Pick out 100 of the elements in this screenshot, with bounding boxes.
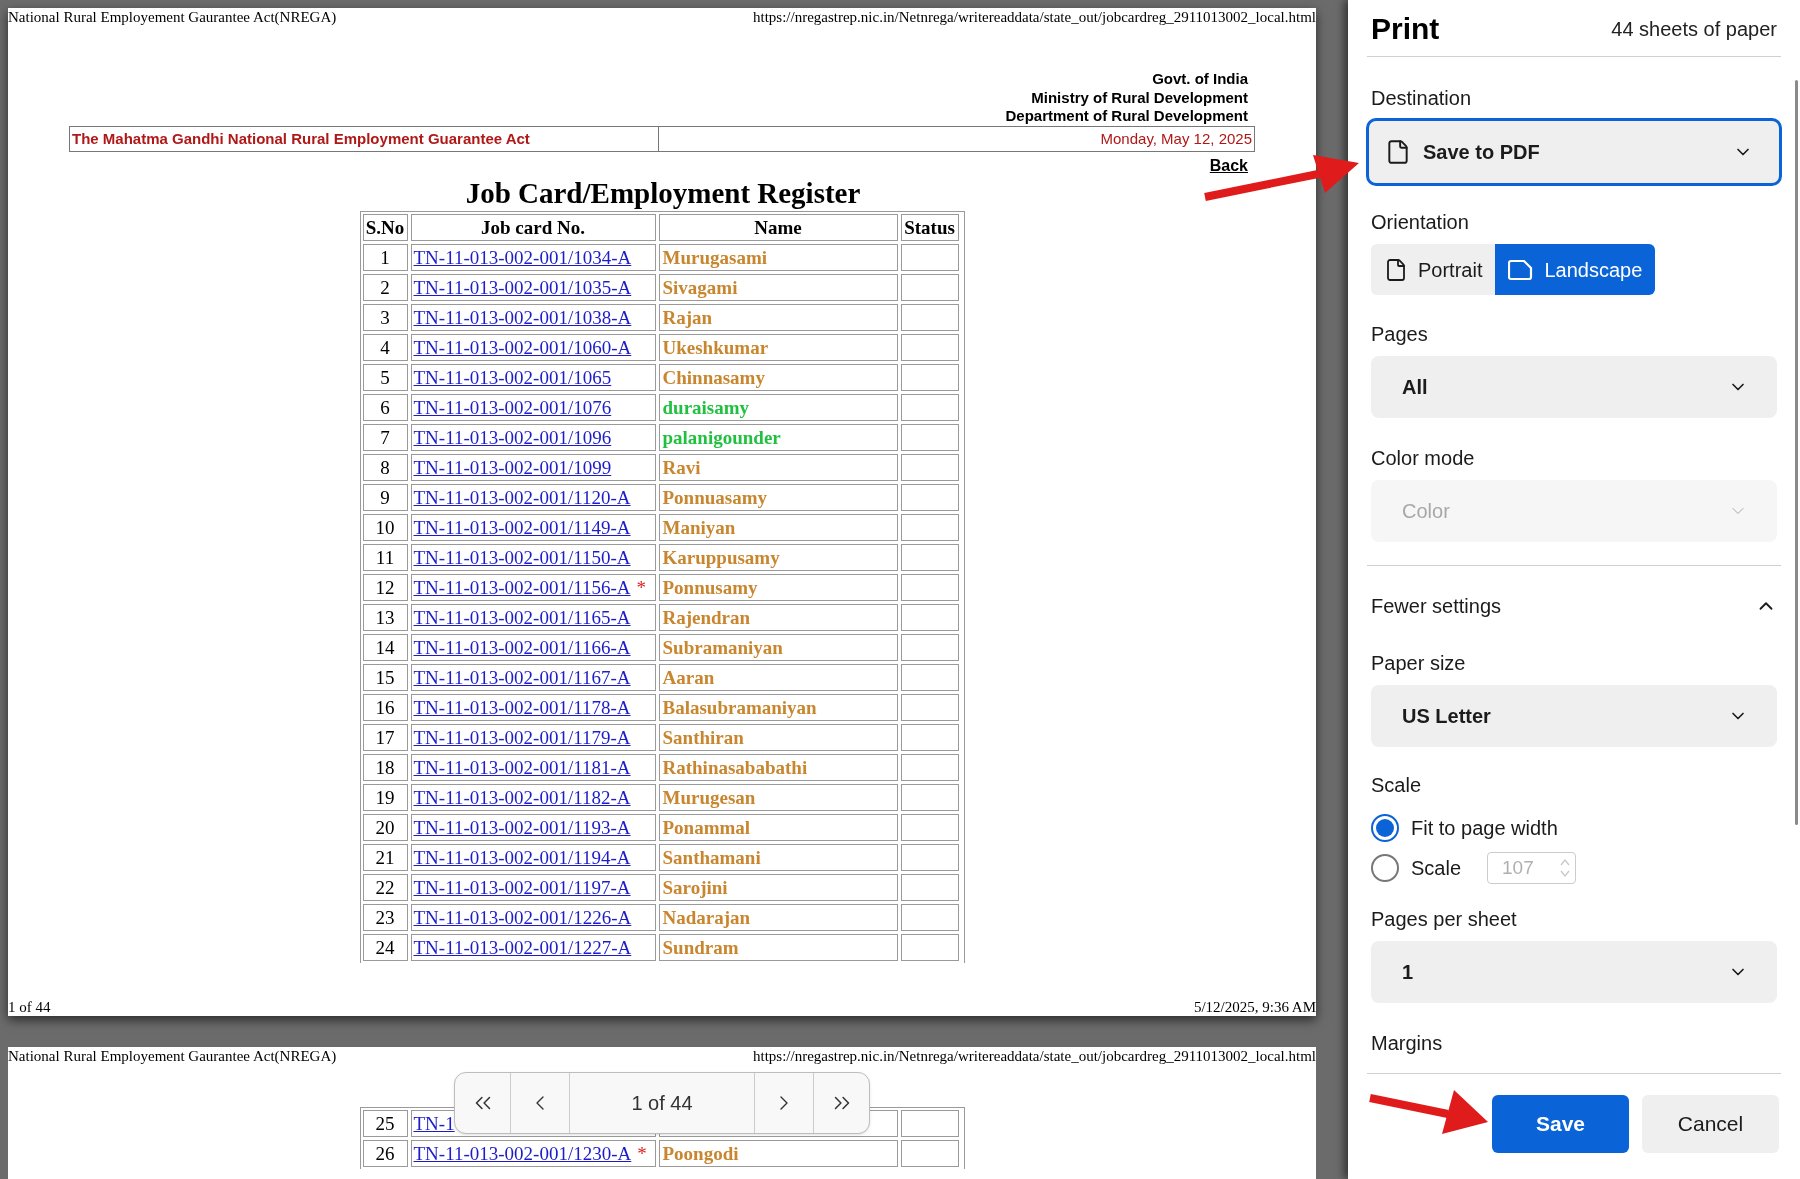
flag-mark: *	[636, 577, 647, 597]
job-card-link[interactable]: TN-11-013-002-001/1149-A	[413, 517, 631, 537]
back-link[interactable]: Back	[1209, 155, 1248, 176]
select-field[interactable]: All	[1371, 356, 1777, 418]
name-text: Maniyan	[662, 517, 736, 537]
job-card-link[interactable]: TN-11-013-002-001/1038-A	[413, 307, 632, 327]
job-card-link[interactable]: TN-11-013-002-001/1035-A	[413, 277, 632, 297]
table-cell: 10	[362, 513, 408, 541]
table-cell: 7	[362, 423, 408, 451]
job-card-link[interactable]: TN-11-013-002-001/1178-A	[413, 697, 631, 717]
name-text: Ponnuasamy	[662, 487, 768, 507]
name-text: Murugesan	[662, 787, 756, 807]
select-field[interactable]: Save to PDF	[1366, 118, 1782, 186]
job-card-link[interactable]: TN-11-013-002-001/1166-A	[413, 637, 631, 657]
job-card-link[interactable]: TN-11-013-002-001/1226-A	[413, 907, 632, 927]
table-cell: 8	[362, 453, 408, 481]
table-cell: 9	[362, 483, 408, 511]
name-text: duraisamy	[662, 397, 750, 417]
cancel-button[interactable]: Cancel	[1642, 1095, 1779, 1153]
sheet-count-text: 44 sheets of paper	[1611, 16, 1777, 42]
name-text: Balasubramaniyan	[662, 697, 817, 717]
job-card-link[interactable]: TN-11-013-002-001/1060-A	[413, 337, 632, 357]
table-cell: 12	[362, 573, 408, 601]
column-header: Job card No.	[410, 213, 656, 241]
job-card-link[interactable]: TN-11-013-002-001/1034-A	[413, 247, 632, 267]
table-cell: 19	[362, 783, 408, 811]
document-icon	[1384, 256, 1408, 283]
job-card-link[interactable]: TN-11-013-002-001/1194-A	[413, 847, 631, 867]
name-text: Aaran	[662, 667, 715, 687]
table-cell: 11	[362, 543, 408, 571]
job-card-link[interactable]: TN-11-013-002-001/1227-A	[413, 937, 632, 957]
select-field[interactable]: 1	[1371, 941, 1777, 1003]
page-url-text: https://nregastrep.nic.in/Netnrega/writereaddata/state_out/jobcardreg_2911013002_local.html	[752, 1047, 1316, 1065]
name-text: Ponammal	[662, 817, 751, 837]
agency-text: Department of Rural Development	[1005, 107, 1248, 126]
settings-toggle[interactable]: Fewer settings	[1371, 591, 1777, 621]
job-card-link[interactable]: TN-11-013-002-001/1165-A	[413, 607, 631, 627]
page-indicator: 1 of 44	[570, 1073, 755, 1133]
table-cell: 13	[362, 603, 408, 631]
job-card-link[interactable]: TN-11-013-002-001/1181-A	[413, 757, 631, 777]
setting-label: Color mode	[1371, 446, 1476, 470]
page-header-text: National Rural Employement Gaurantee Act(NREGA)	[8, 8, 337, 26]
job-card-link[interactable]: TN-11-013-002-001/1156-A	[413, 577, 631, 597]
column-header: Status	[900, 213, 959, 241]
setting-label: Paper size	[1371, 651, 1467, 675]
table-cell: 16	[362, 693, 408, 721]
name-text: Subramaniyan	[662, 637, 783, 657]
print-date-text: 5/12/2025, 9:36 AM	[1193, 999, 1316, 1015]
job-card-link[interactable]: TN-1	[413, 1114, 455, 1133]
setting-label: Scale	[1371, 773, 1423, 797]
table-cell: 6	[362, 393, 408, 421]
dialog-title: Print	[1371, 11, 1440, 47]
date-text: Monday, May 12, 2025	[1100, 128, 1252, 149]
agency-text: Govt. of India	[1152, 70, 1248, 89]
name-text: Nadarajan	[662, 907, 751, 927]
name-text: Karuppusamy	[662, 547, 780, 567]
name-text: Santhamani	[662, 847, 761, 867]
register-title: Job Card/Employment Register	[464, 175, 861, 210]
name-text: Sivagami	[662, 277, 738, 297]
name-text: Santhiran	[662, 727, 744, 747]
select-field[interactable]: US Letter	[1371, 685, 1777, 747]
name-text: Rajan	[662, 307, 713, 327]
job-card-link[interactable]: TN-11-013-002-001/1076	[413, 397, 612, 417]
radio-label: Fit to page width	[1411, 816, 1558, 841]
table-cell: 4	[362, 333, 408, 361]
table-cell: 24	[362, 933, 408, 961]
name-text: palanigounder	[662, 427, 781, 447]
save-button[interactable]: Save	[1492, 1095, 1629, 1153]
table-cell: 23	[362, 903, 408, 931]
table-cell: 26	[362, 1140, 408, 1167]
document-icon	[1385, 138, 1411, 166]
name-text: Rajendran	[662, 607, 751, 627]
job-card-link[interactable]: TN-11-013-002-001/1096	[413, 427, 612, 447]
job-card-link[interactable]: TN-11-013-002-001/1167-A	[413, 667, 631, 687]
column-header: S.No	[362, 213, 408, 241]
job-card-link[interactable]: TN-11-013-002-001/1197-A	[413, 877, 631, 897]
act-title: The Mahatma Gandhi National Rural Employment Guarantee Act	[72, 128, 530, 149]
page-url-text: https://nregastrep.nic.in/Netnrega/writereaddata/state_out/jobcardreg_2911013002_local.html	[752, 8, 1316, 26]
document-icon	[1508, 258, 1535, 281]
name-text: Poongodi	[662, 1144, 739, 1163]
table-cell: 17	[362, 723, 408, 751]
table-cell: 25	[362, 1110, 408, 1137]
table-cell: 5	[362, 363, 408, 391]
job-card-link[interactable]: TN-11-013-002-001/1065	[413, 367, 612, 387]
job-card-link[interactable]: TN-11-013-002-001/1120-A	[413, 487, 631, 507]
job-card-link[interactable]: TN-11-013-002-001/1193-A	[413, 817, 631, 837]
orientation-tab[interactable]: Landscape	[1495, 244, 1656, 295]
table-cell: 18	[362, 753, 408, 781]
job-card-link[interactable]: TN-11-013-002-001/1182-A	[413, 787, 631, 807]
table-cell: 2	[362, 273, 408, 301]
column-header: Name	[658, 213, 898, 241]
job-card-link[interactable]: TN-11-013-002-001/1150-A	[413, 547, 631, 567]
job-card-link[interactable]: TN-11-013-002-001/1179-A	[413, 727, 631, 747]
job-card-link[interactable]: TN-11-013-002-001/1099	[413, 457, 612, 477]
name-text: Rathinasababathi	[662, 757, 808, 777]
name-text: Ravi	[662, 457, 701, 477]
setting-label: Margins	[1371, 1031, 1444, 1055]
table-cell: 22	[362, 873, 408, 901]
job-card-link[interactable]: TN-11-013-002-001/1230-A	[413, 1144, 632, 1163]
orientation-tab[interactable]: Portrait	[1371, 244, 1496, 295]
